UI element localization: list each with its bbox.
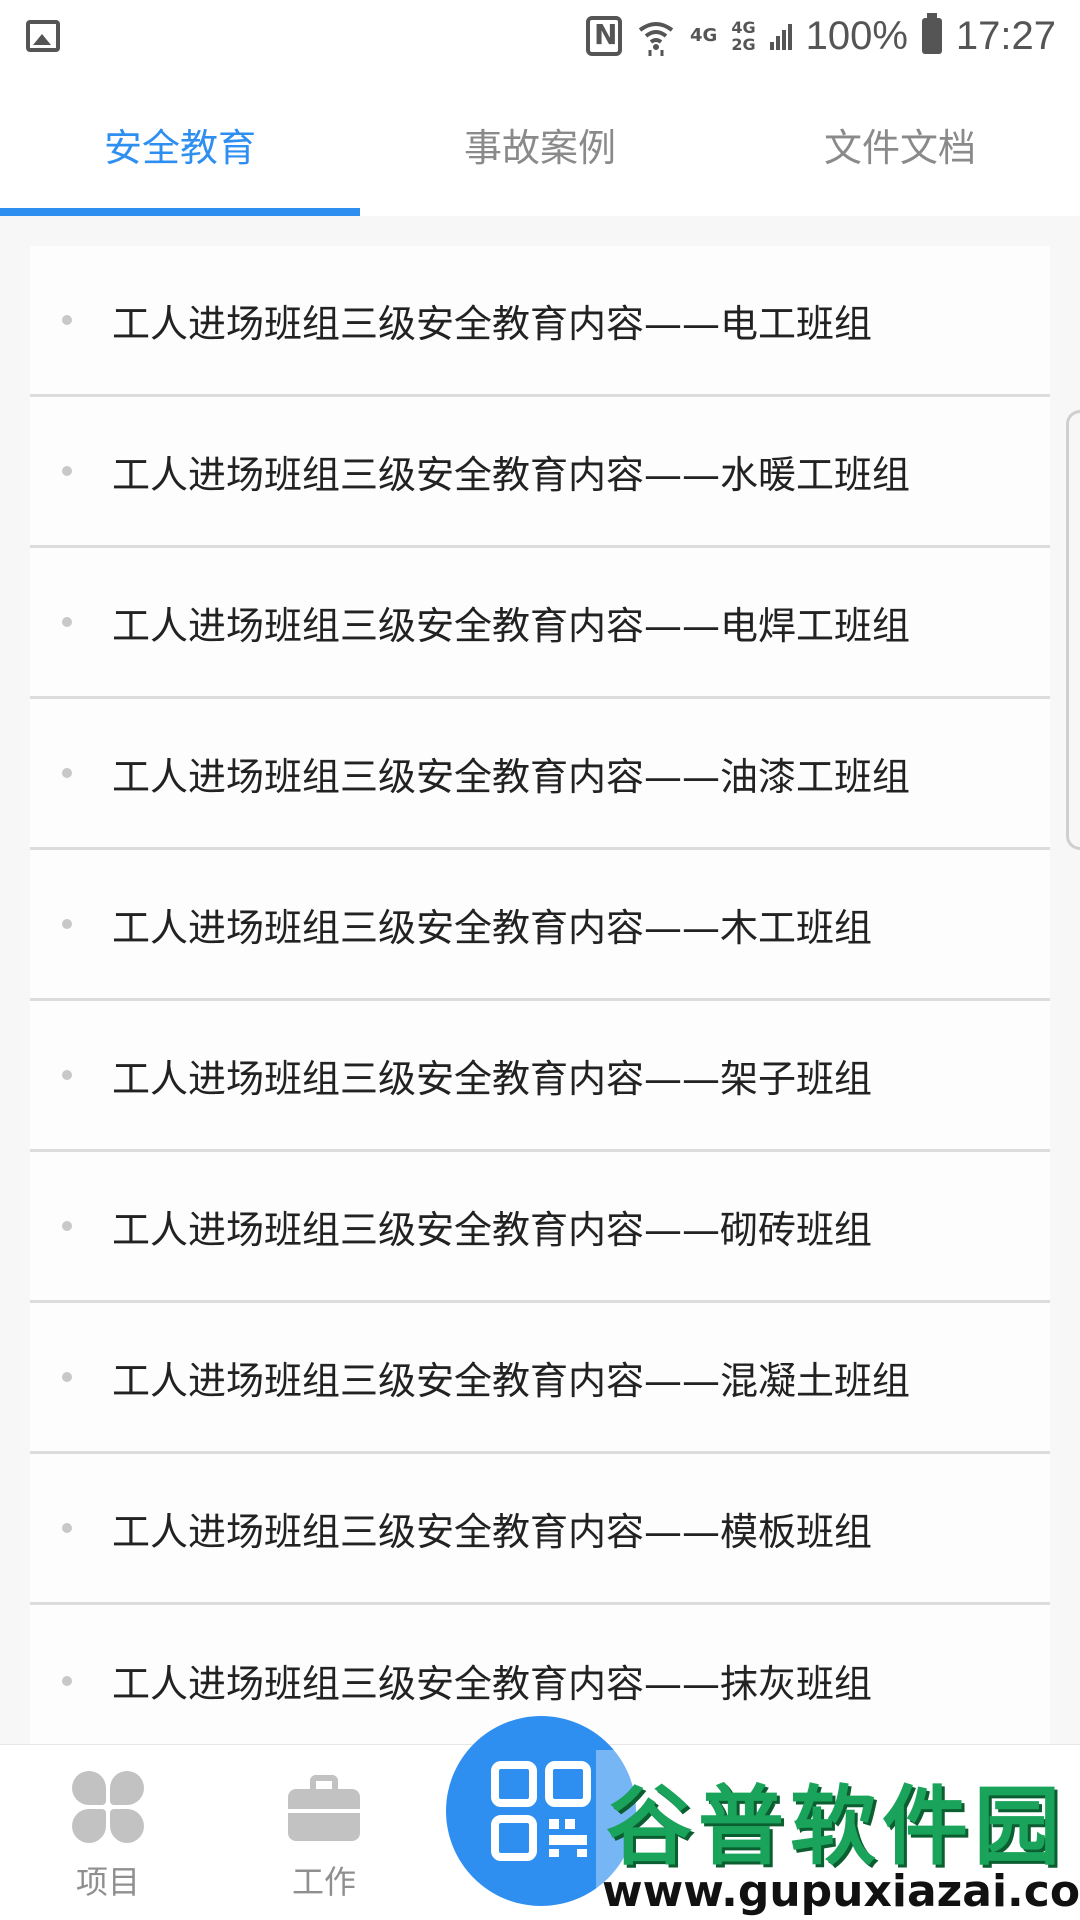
list-item-title: 工人进场班组三级安全教育内容——架子班组	[112, 1056, 873, 1101]
bullet-dot	[62, 1221, 72, 1231]
list-item[interactable]: 工人进场班组三级安全教育内容——水暖工班组	[30, 397, 1050, 548]
list-item[interactable]: 工人进场班组三级安全教育内容——电工班组	[30, 246, 1050, 397]
gallery-icon	[26, 20, 60, 52]
list-item-title: 工人进场班组三级安全教育内容——砌砖班组	[112, 1207, 873, 1252]
list-item-title: 工人进场班组三级安全教育内容——电工班组	[112, 301, 873, 346]
bullet-dot	[62, 1523, 72, 1533]
list-item[interactable]: 工人进场班组三级安全教育内容——电焊工班组	[30, 548, 1050, 699]
network-stack-bottom: 2G	[731, 35, 756, 54]
tab-bar: 安全教育 事故案例 文件文档	[0, 72, 1080, 216]
signal-icon	[769, 22, 792, 50]
nav-item-projects[interactable]: 项目	[18, 1745, 198, 1920]
list-item-title: 工人进场班组三级安全教育内容——模板班组	[112, 1509, 873, 1554]
watermark: 谷普软件园 www.gupuxiazai.com	[596, 1750, 1080, 1920]
tab-documents[interactable]: 文件文档	[720, 72, 1080, 216]
list-item-title: 工人进场班组三级安全教育内容——混凝土班组	[112, 1358, 911, 1403]
list-item-title: 工人进场班组三级安全教育内容——抹灰班组	[112, 1662, 873, 1706]
active-tab-indicator	[0, 208, 360, 216]
network-stack: 4G 2G	[731, 19, 755, 53]
list-item-title: 工人进场班组三级安全教育内容——木工班组	[112, 905, 873, 950]
bullet-dot	[62, 1675, 72, 1686]
status-icons: 4G 4G 2G 100% 17:27	[586, 0, 1056, 72]
clover-icon	[72, 1771, 144, 1843]
briefcase-icon	[288, 1771, 360, 1843]
list-item[interactable]: 工人进场班组三级安全教育内容——架子班组	[30, 1001, 1050, 1152]
bullet-dot	[62, 617, 72, 627]
network-stack-top: 4G	[731, 18, 756, 37]
list-item-title: 工人进场班组三级安全教育内容——电焊工班组	[112, 603, 911, 648]
bullet-dot	[62, 1070, 72, 1080]
list-item[interactable]: 工人进场班组三级安全教育内容——木工班组	[30, 850, 1050, 1001]
status-bar: 4G 4G 2G 100% 17:27	[0, 0, 1080, 72]
list-item-title: 工人进场班组三级安全教育内容——油漆工班组	[112, 754, 911, 799]
clock: 17:27	[955, 13, 1056, 58]
tab-accident-cases[interactable]: 事故案例	[360, 72, 720, 216]
bullet-dot	[62, 315, 72, 325]
list-item-title: 工人进场班组三级安全教育内容——水暖工班组	[112, 452, 911, 497]
battery-percent: 100%	[805, 13, 908, 58]
edge-panel-handle[interactable]	[1066, 410, 1080, 850]
nfc-icon	[586, 16, 622, 56]
education-list: 工人进场班组三级安全教育内容——电工班组 工人进场班组三级安全教育内容——水暖工…	[30, 246, 1050, 1756]
nav-label-projects: 项目	[75, 1863, 140, 1901]
list-item[interactable]: 工人进场班组三级安全教育内容——混凝土班组	[30, 1303, 1050, 1454]
nav-item-work[interactable]: 工作	[234, 1745, 414, 1920]
bullet-dot	[62, 919, 72, 929]
qr-scan-icon	[491, 1761, 591, 1861]
list-item[interactable]: 工人进场班组三级安全教育内容——油漆工班组	[30, 699, 1050, 850]
network-type-label: 4G	[690, 25, 718, 46]
list-item[interactable]: 工人进场班组三级安全教育内容——模板班组	[30, 1454, 1050, 1605]
battery-icon	[921, 13, 942, 54]
bullet-dot	[62, 1372, 72, 1382]
watermark-title: 谷普软件园	[606, 1777, 1066, 1877]
watermark-url: www.gupuxiazai.com	[602, 1866, 1080, 1917]
tab-safety-education[interactable]: 安全教育	[0, 72, 360, 216]
wifi-icon	[636, 16, 676, 56]
list-item[interactable]: 工人进场班组三级安全教育内容——砌砖班组	[30, 1152, 1050, 1303]
bullet-dot	[62, 466, 72, 476]
nav-label-work: 工作	[291, 1863, 356, 1901]
bullet-dot	[62, 768, 72, 778]
